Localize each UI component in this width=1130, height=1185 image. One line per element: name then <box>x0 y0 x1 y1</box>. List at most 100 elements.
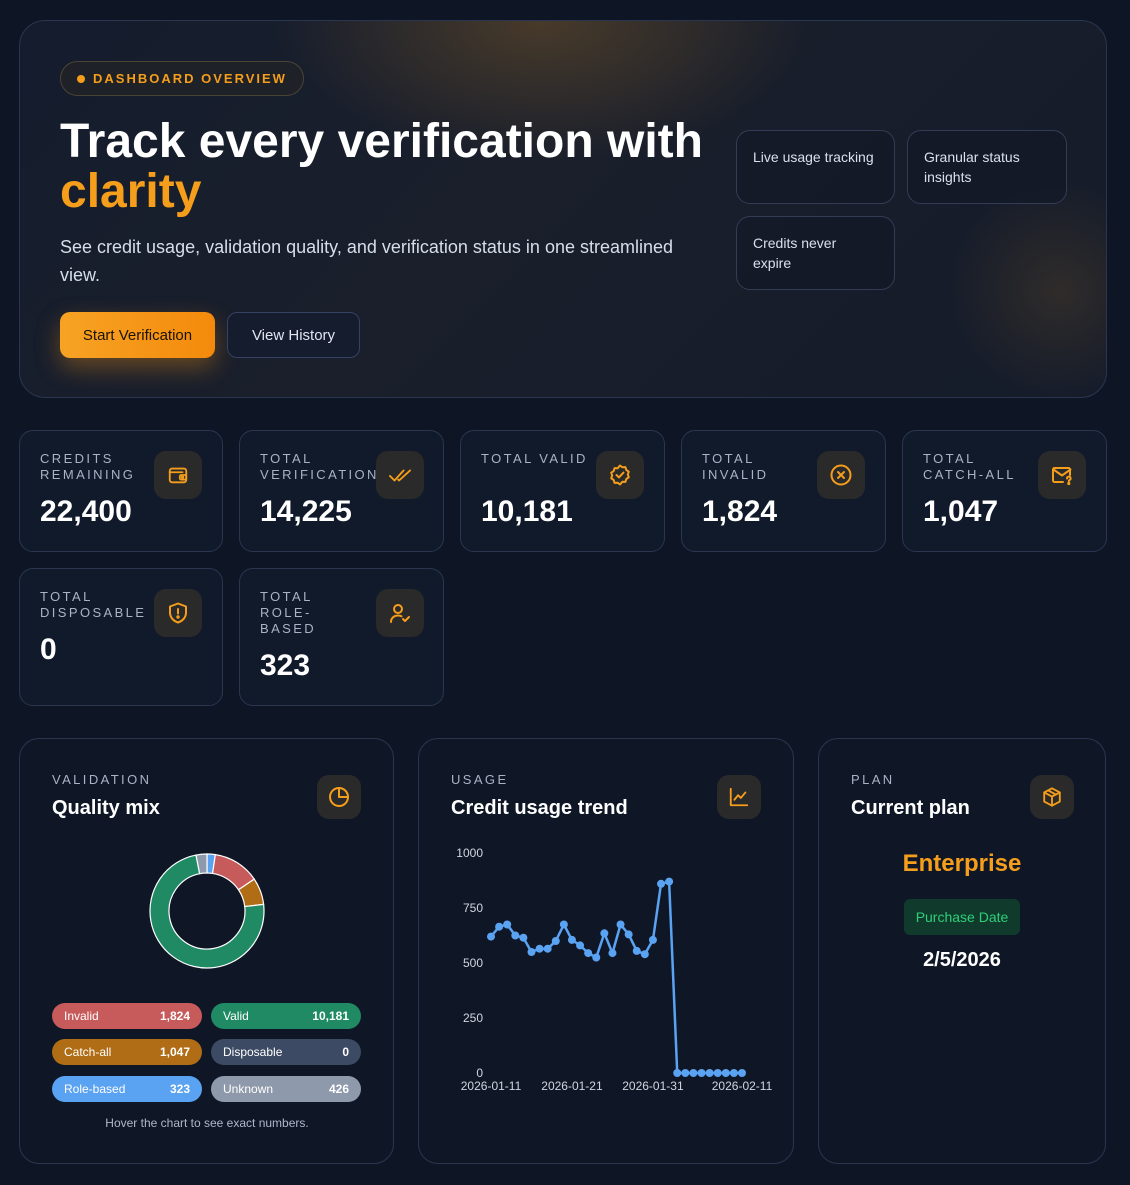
legend-chip-valid[interactable]: Valid 10,181 <box>211 1003 361 1029</box>
stat-card-total-catch-all: TOTAL CATCH-ALL 1,047 <box>902 430 1107 552</box>
x-tick-label: 2026-02-11 <box>712 1079 773 1091</box>
stat-value: 323 <box>260 649 311 682</box>
panel-title: Credit usage trend <box>451 797 628 819</box>
stat-value: 10,181 <box>481 495 573 528</box>
usage-point[interactable] <box>576 941 585 950</box>
stat-value: 1,824 <box>702 495 778 528</box>
stat-label: TOTAL INVALID <box>702 451 769 482</box>
legend-chip-catch-all[interactable]: Catch-all 1,047 <box>52 1039 202 1065</box>
stat-card-total-role-based: TOTAL ROLE-BASED 323 <box>239 568 444 706</box>
usage-point[interactable] <box>665 877 674 886</box>
start-verification-button[interactable]: Start Verification <box>60 312 215 358</box>
line-chart-icon <box>717 775 761 819</box>
feature-label: Credits never expire <box>753 235 837 271</box>
usage-point[interactable] <box>738 1069 746 1077</box>
usage-point[interactable] <box>673 1069 682 1077</box>
usage-point[interactable] <box>713 1069 722 1077</box>
chip-label: Invalid <box>64 1009 99 1023</box>
usage-point[interactable] <box>487 932 495 941</box>
chip-value: 426 <box>328 1082 349 1096</box>
pie-chart-icon <box>317 775 361 819</box>
legend-chip-unknown[interactable]: Unknown 426 <box>211 1076 361 1102</box>
usage-point[interactable] <box>648 935 657 944</box>
legend-chip-invalid[interactable]: Invalid 1,824 <box>52 1003 202 1029</box>
usage-point[interactable] <box>567 935 576 944</box>
usage-point[interactable] <box>551 937 560 945</box>
stat-value: 22,400 <box>40 495 132 528</box>
usage-point[interactable] <box>681 1069 690 1077</box>
chip-label: Role-based <box>64 1082 126 1096</box>
shield-alert-icon <box>154 589 202 637</box>
usage-point[interactable] <box>519 933 528 942</box>
legend-chip-disposable[interactable]: Disposable 0 <box>211 1039 361 1065</box>
usage-panel: USAGE Credit usage trend 0 250 500 750 1000 2… <box>418 738 794 1164</box>
usage-point[interactable] <box>721 1069 730 1077</box>
usage-point[interactable] <box>632 946 641 955</box>
usage-point[interactable] <box>503 920 512 929</box>
usage-point[interactable] <box>640 950 649 959</box>
stat-label: TOTAL VERIFICATIONS <box>260 451 390 482</box>
usage-point[interactable] <box>511 931 520 940</box>
usage-point[interactable] <box>689 1069 698 1077</box>
panel-title: Current plan <box>851 797 970 819</box>
pill-label: DASHBOARD OVERVIEW <box>93 71 287 86</box>
usage-point[interactable] <box>559 920 568 929</box>
stat-label: TOTAL DISPOSABLE <box>40 589 147 620</box>
chip-label: Unknown <box>223 1082 274 1096</box>
usage-point[interactable] <box>705 1069 714 1077</box>
usage-point[interactable] <box>608 949 617 958</box>
quality-donut-chart[interactable] <box>20 851 395 991</box>
usage-point[interactable] <box>657 879 666 888</box>
feature-card-live-usage: Live usage tracking <box>736 130 895 204</box>
dashboard-overview-pill: DASHBOARD OVERVIEW <box>60 61 304 96</box>
usage-point[interactable] <box>543 944 552 953</box>
y-tick-label: 750 <box>463 901 483 915</box>
hero-section: DASHBOARD OVERVIEW Track every verificat… <box>19 20 1107 398</box>
usage-point[interactable] <box>592 953 601 962</box>
chip-value: 1,824 <box>159 1009 190 1023</box>
credit-usage-line-chart[interactable]: 0 250 500 750 1000 2026-01-11 2026-01-21 2026-0… <box>419 841 795 1091</box>
stat-value: 0 <box>40 633 57 666</box>
double-check-icon <box>376 451 424 499</box>
usage-point[interactable] <box>616 920 625 929</box>
panel-eyebrow: USAGE <box>451 772 509 787</box>
usage-point[interactable] <box>495 922 504 931</box>
panel-eyebrow: VALIDATION <box>52 772 152 787</box>
usage-point[interactable] <box>527 948 536 956</box>
stat-label: TOTAL CATCH-ALL <box>923 451 1016 482</box>
hero-title-line1: Track every verification with <box>60 115 703 168</box>
plan-name: Enterprise <box>902 850 1022 877</box>
feature-card-credits-expire: Credits never expire <box>736 216 895 290</box>
stat-label: TOTAL VALID <box>481 451 588 466</box>
wallet-icon <box>154 451 202 499</box>
chart-hint: Hover the chart to see exact numbers. <box>105 1116 309 1130</box>
feature-label: Granular status insights <box>924 149 1020 185</box>
y-tick-label: 0 <box>476 1066 483 1080</box>
quality-mix-panel: VALIDATION Quality mix Invalid 1,824 Val… <box>19 738 394 1164</box>
stat-card-total-disposable: TOTAL DISPOSABLE 0 <box>19 568 223 706</box>
stat-card-credits-remaining: CREDITS REMAINING 22,400 <box>19 430 223 552</box>
view-history-button[interactable]: View History <box>227 312 360 358</box>
y-tick-label: 1000 <box>456 846 483 860</box>
badge-check-icon <box>596 451 644 499</box>
usage-point[interactable] <box>535 944 544 953</box>
stat-card-total-invalid: TOTAL INVALID 1,824 <box>681 430 886 552</box>
chip-value: 10,181 <box>312 1009 349 1023</box>
x-circle-icon <box>817 451 865 499</box>
usage-point[interactable] <box>729 1069 738 1077</box>
usage-point[interactable] <box>697 1069 706 1077</box>
usage-point[interactable] <box>624 930 633 939</box>
plan-panel: PLAN Current plan Enterprise Purchase Da… <box>818 738 1106 1164</box>
feature-card-status-insights: Granular status insights <box>907 130 1067 204</box>
chip-value: 0 <box>342 1045 349 1059</box>
x-tick-label: 2026-01-21 <box>541 1079 603 1091</box>
hero-title: Track every verification with clarity <box>60 117 740 217</box>
usage-point[interactable] <box>600 929 609 938</box>
usage-series-line <box>490 880 742 1075</box>
usage-point[interactable] <box>584 949 593 958</box>
legend-chip-role-based[interactable]: Role-based 323 <box>52 1076 202 1102</box>
stat-value: 1,047 <box>923 495 999 528</box>
status-dot-icon <box>77 74 85 83</box>
package-icon <box>1030 775 1074 819</box>
chip-value: 323 <box>169 1082 190 1096</box>
